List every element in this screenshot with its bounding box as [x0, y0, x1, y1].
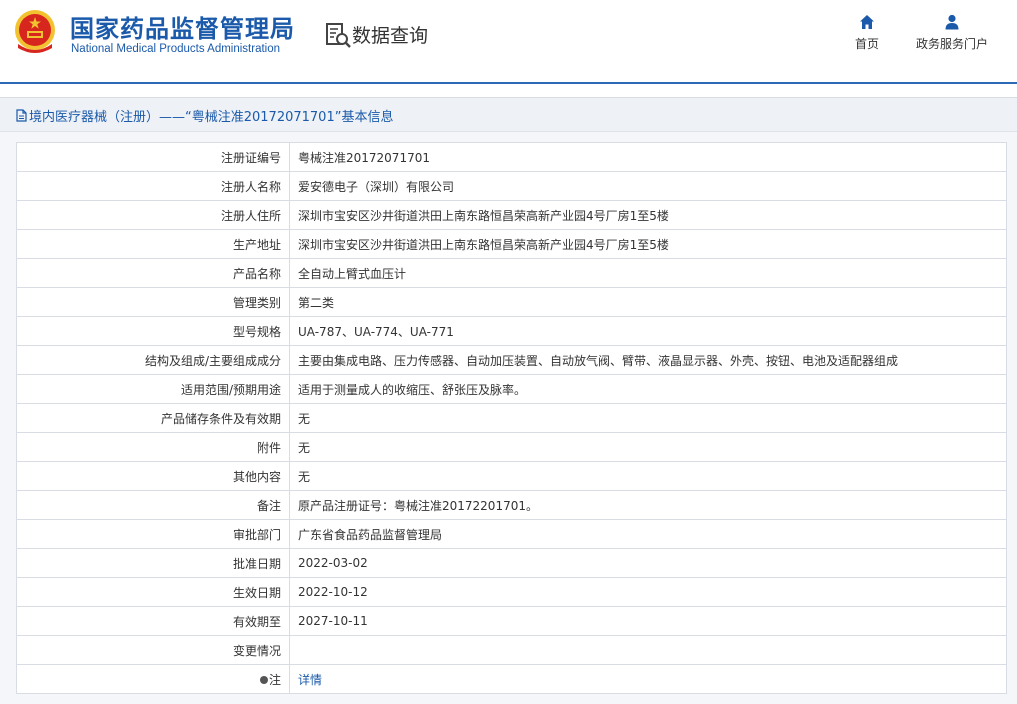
table-row: 注册证编号 粤械注准20172071701: [16, 142, 1007, 172]
table-row: 产品名称 全自动上臂式血压计: [16, 258, 1007, 288]
field-label: 结构及组成/主要组成成分: [16, 345, 290, 375]
nav-service-portal-label: 政务服务门户: [915, 37, 988, 51]
field-label: 有效期至: [16, 606, 290, 636]
details-link[interactable]: 详情: [298, 673, 322, 687]
field-label: 批准日期: [16, 548, 290, 578]
document-icon: [16, 109, 27, 122]
field-value: 无: [289, 432, 1007, 462]
user-icon: [945, 14, 959, 30]
field-value: 主要由集成电路、压力传感器、自动加压装置、自动放气阀、臂带、液晶显示器、外壳、按…: [289, 345, 1007, 375]
info-table: 注册证编号 粤械注准20172071701 注册人名称 爱安德电子（深圳）有限公司 …: [16, 142, 1007, 694]
field-label: 管理类别: [16, 287, 290, 317]
field-value: 2022-03-02: [289, 548, 1007, 578]
field-label: 审批部门: [16, 519, 290, 549]
field-value: 全自动上臂式血压计: [289, 258, 1007, 288]
field-value: 无: [289, 461, 1007, 491]
field-label: 备注: [16, 490, 290, 520]
data-query-title: 数据查询: [352, 25, 429, 47]
table-row: 备注 原产品注册证号：粤械注准20172201701。: [16, 490, 1007, 520]
field-label: 生产地址: [16, 229, 290, 259]
note-label-text: 注: [268, 672, 281, 687]
field-value: 无: [289, 403, 1007, 433]
table-row: 审批部门 广东省食品药品监督管理局: [16, 519, 1007, 549]
field-value: 原产品注册证号：粤械注准20172201701。: [289, 490, 1007, 520]
table-row: 管理类别 第二类: [16, 287, 1007, 317]
table-row: 注册人名称 爱安德电子（深圳）有限公司: [16, 171, 1007, 201]
panel-title-text: 境内医疗器械（注册）——“粤械注准20172071701”基本信息: [29, 110, 394, 125]
field-value: 深圳市宝安区沙井街道洪田上南东路恒昌荣高新产业园4号厂房1至5楼: [289, 229, 1007, 259]
nav-home[interactable]: 首页: [850, 14, 884, 52]
table-row: 有效期至 2027-10-11: [16, 606, 1007, 636]
site-header: 国家药品监督管理局 National Medical Products Admi…: [0, 0, 1017, 82]
home-icon: [860, 15, 874, 29]
field-value: 适用于测量成人的收缩压、舒张压及脉率。: [289, 374, 1007, 404]
table-row: 注册人住所 深圳市宝安区沙井街道洪田上南东路恒昌荣高新产业园4号厂房1至5楼: [16, 200, 1007, 230]
field-label: 注册人名称: [16, 171, 290, 201]
field-label: 产品储存条件及有效期: [16, 403, 290, 433]
table-row: 附件无: [16, 432, 1007, 462]
table-row: 结构及组成/主要组成成分 主要由集成电路、压力传感器、自动加压装置、自动放气阀、臂…: [16, 345, 1007, 375]
data-query-icon: [326, 23, 351, 48]
field-label: 适用范围/预期用途: [16, 374, 290, 404]
field-value: 第二类: [289, 287, 1007, 317]
field-value: 粤械注准20172071701: [289, 142, 1007, 172]
bullet-icon: [259, 676, 268, 684]
field-label: 注册证编号: [16, 142, 290, 172]
site-name-cn: 国家药品监督管理局: [70, 15, 295, 43]
field-value: [289, 635, 1007, 665]
note-label: 注: [16, 664, 290, 694]
table-row: 其他内容无: [16, 461, 1007, 491]
note-row: 注 详情: [16, 664, 1007, 694]
field-label: 其他内容: [16, 461, 290, 491]
nav-home-label: 首页: [854, 37, 879, 51]
field-value: 2022-10-12: [289, 577, 1007, 607]
field-value: 广东省食品药品监督管理局: [289, 519, 1007, 549]
field-label: 型号规格: [16, 316, 290, 346]
table-row: 生效日期 2022-10-12: [16, 577, 1007, 607]
field-label: 产品名称: [16, 258, 290, 288]
national-emblem-icon: [15, 10, 55, 53]
field-value: 2027-10-11: [289, 606, 1007, 636]
field-label: 注册人住所: [16, 200, 290, 230]
header-divider: [0, 82, 1017, 84]
table-row: 变更情况: [16, 635, 1007, 665]
field-value: 深圳市宝安区沙井街道洪田上南东路恒昌荣高新产业园4号厂房1至5楼: [289, 200, 1007, 230]
field-label: 变更情况: [16, 635, 290, 665]
table-row: 适用范围/预期用途 适用于测量成人的收缩压、舒张压及脉率。: [16, 374, 1007, 404]
field-value: UA-787、UA-774、UA-771: [289, 316, 1007, 346]
table-row: 产品储存条件及有效期无: [16, 403, 1007, 433]
field-value: 爱安德电子（深圳）有限公司: [289, 171, 1007, 201]
table-row: 批准日期 2022-03-02: [16, 548, 1007, 578]
note-value: 详情: [289, 664, 1007, 694]
panel-title: 境内医疗器械（注册）——“粤械注准20172071701”基本信息: [16, 106, 393, 125]
table-row: 生产地址 深圳市宝安区沙井街道洪田上南东路恒昌荣高新产业园4号厂房1至5楼: [16, 229, 1007, 259]
detail-panel: 境内医疗器械（注册）——“粤械注准20172071701”基本信息 注册证编号粤…: [0, 97, 1017, 704]
site-name-en: National Medical Products Administration: [71, 43, 281, 55]
table-row: 型号规格 UA-787、UA-774、UA-771: [16, 316, 1007, 346]
panel-title-bar: 境内医疗器械（注册）——“粤械注准20172071701”基本信息: [0, 98, 1017, 132]
field-label: 附件: [16, 432, 290, 462]
field-label: 生效日期: [16, 577, 290, 607]
nav-service-portal[interactable]: 政务服务门户: [914, 14, 990, 52]
